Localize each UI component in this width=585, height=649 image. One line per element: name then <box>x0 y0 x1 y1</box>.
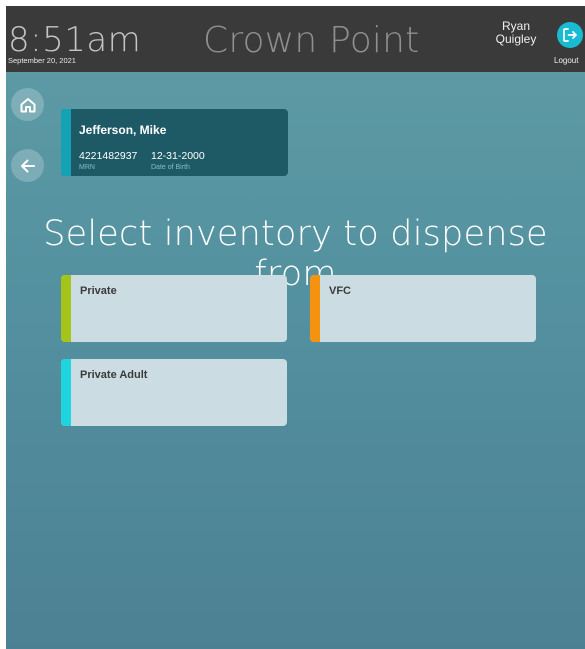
user-last-name: Quigley <box>495 32 537 46</box>
patient-card-accent <box>61 109 71 176</box>
inventory-card-label: VFC <box>329 285 351 297</box>
logout-label[interactable]: Logout <box>554 56 578 65</box>
app-frame: 8:51am September 20, 2021 Crown Point Ry… <box>6 6 585 649</box>
arrow-left-icon <box>20 159 35 172</box>
top-bar: 8:51am September 20, 2021 Crown Point Ry… <box>6 6 585 72</box>
inventory-card-accent <box>61 359 71 426</box>
app-title: Crown Point <box>203 20 420 61</box>
patient-mrn-label: MRN <box>79 164 95 171</box>
inventory-card-private-adult[interactable]: Private Adult <box>61 359 287 426</box>
patient-dob-label: Date of Birth <box>151 164 190 171</box>
inventory-card-label: Private <box>80 285 117 297</box>
patient-name: Jefferson, Mike <box>79 123 167 137</box>
inventory-card-label: Private Adult <box>80 369 148 381</box>
clock-time: 8:51am <box>8 20 142 60</box>
inventory-card-accent <box>61 275 71 342</box>
logout-button[interactable] <box>557 22 583 48</box>
patient-card: Jefferson, Mike 4221482937 MRN 12-31-200… <box>61 109 288 176</box>
clock-date: September 20, 2021 <box>8 56 76 65</box>
home-button[interactable] <box>11 88 44 121</box>
patient-dob: 12-31-2000 <box>151 150 205 162</box>
logout-icon <box>563 28 577 42</box>
inventory-card-accent <box>310 275 320 342</box>
patient-mrn: 4221482937 <box>79 150 138 162</box>
inventory-card-private[interactable]: Private <box>61 275 287 342</box>
back-button[interactable] <box>11 149 44 182</box>
user-name: Ryan Quigley <box>486 20 546 46</box>
home-icon <box>20 97 35 112</box>
inventory-card-vfc[interactable]: VFC <box>310 275 536 342</box>
